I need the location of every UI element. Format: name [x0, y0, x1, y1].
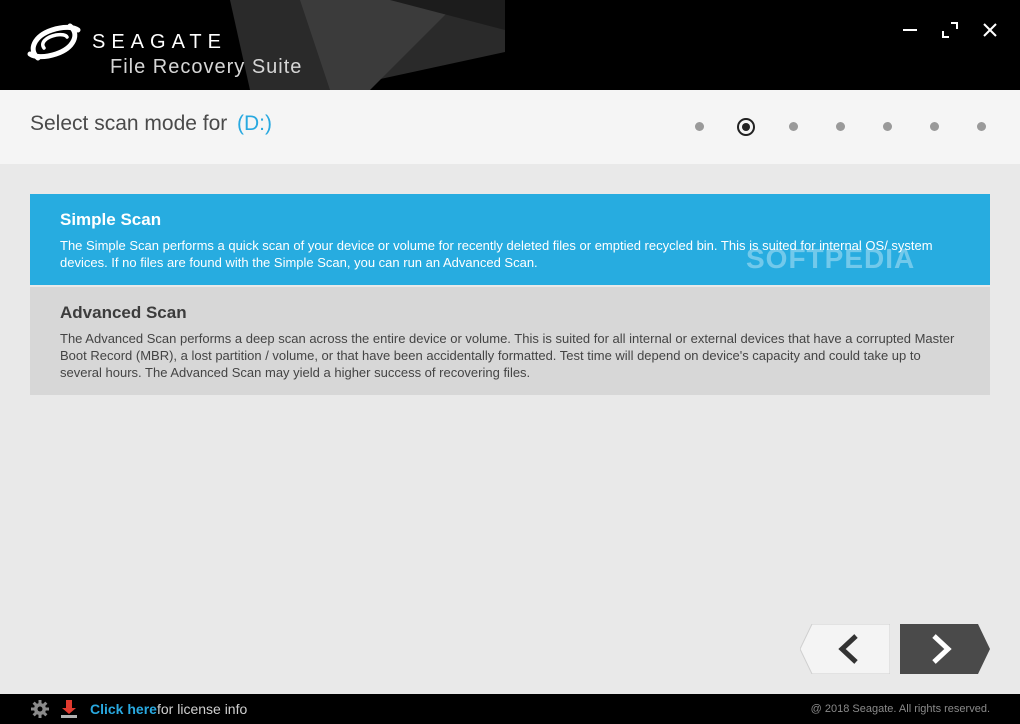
- app-window: SEAGATE File Recovery Suite Select scan …: [0, 0, 1020, 724]
- drive-label: (D:): [237, 112, 272, 135]
- step-dot: [882, 122, 892, 131]
- copyright: @ 2018 Seagate. All rights reserved.: [810, 703, 990, 715]
- advanced-scan-description: The Advanced Scan performs a deep scan a…: [60, 331, 955, 380]
- page-header: Select scan mode for (D:): [0, 90, 1020, 164]
- download-icon[interactable]: [60, 699, 78, 719]
- title-bar[interactable]: SEAGATE File Recovery Suite: [0, 0, 1020, 90]
- advanced-scan-option[interactable]: Advanced Scan The Advanced Scan performs…: [30, 287, 990, 395]
- step-dot: [976, 122, 986, 131]
- seagate-logo-icon: [27, 23, 81, 61]
- back-button[interactable]: [800, 624, 890, 674]
- maximize-icon[interactable]: [938, 18, 962, 42]
- gear-icon[interactable]: [30, 699, 50, 719]
- step-dot-active: [737, 118, 755, 136]
- step-dot: [788, 122, 798, 131]
- page-title: Select scan mode for: [30, 112, 228, 135]
- simple-scan-title: Simple Scan: [60, 210, 162, 229]
- minimize-icon[interactable]: [898, 18, 922, 42]
- license-link[interactable]: Click here: [90, 701, 157, 717]
- advanced-scan-title: Advanced Scan: [60, 303, 187, 322]
- simple-scan-option[interactable]: Simple Scan The Simple Scan performs a q…: [30, 194, 990, 285]
- step-dot: [835, 122, 845, 131]
- brand-name: SEAGATE: [92, 31, 227, 53]
- next-button[interactable]: [900, 624, 990, 674]
- step-dot: [929, 122, 939, 131]
- step-indicator: [690, 117, 990, 137]
- license-link-suffix: for license info: [157, 701, 248, 717]
- simple-scan-description: The Simple Scan performs a quick scan of…: [60, 238, 933, 270]
- product-name: File Recovery Suite: [110, 56, 303, 78]
- close-icon[interactable]: [978, 18, 1002, 42]
- footer-bar: Click here for license info @ 2018 Seaga…: [0, 694, 1020, 724]
- step-dot: [694, 122, 704, 131]
